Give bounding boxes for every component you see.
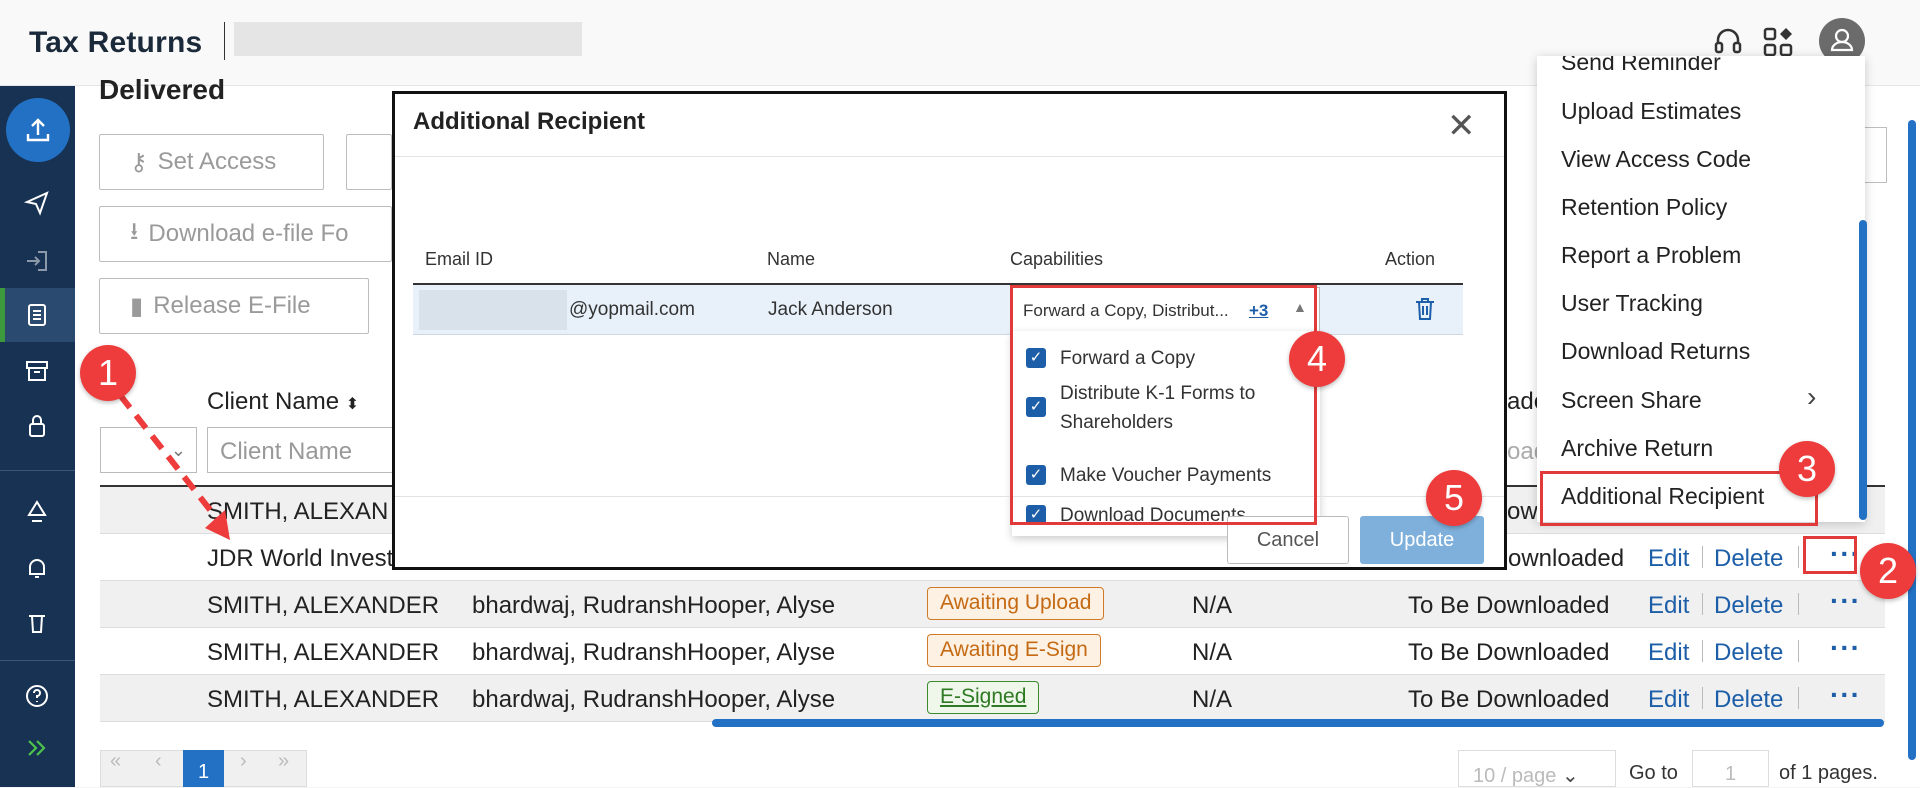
highlight-box-capabilities — [1010, 285, 1317, 525]
annotation-marker: 4 — [1289, 331, 1345, 387]
annotation-marker: 3 — [1779, 441, 1835, 497]
highlight-box-additional-recipient — [1540, 471, 1818, 526]
annotation-marker: 2 — [1860, 543, 1916, 599]
annotation-arrow — [117, 393, 230, 540]
highlight-box-more-actions — [1803, 536, 1857, 574]
annotation-marker: 1 — [80, 345, 136, 401]
annotation-marker: 5 — [1426, 470, 1482, 526]
